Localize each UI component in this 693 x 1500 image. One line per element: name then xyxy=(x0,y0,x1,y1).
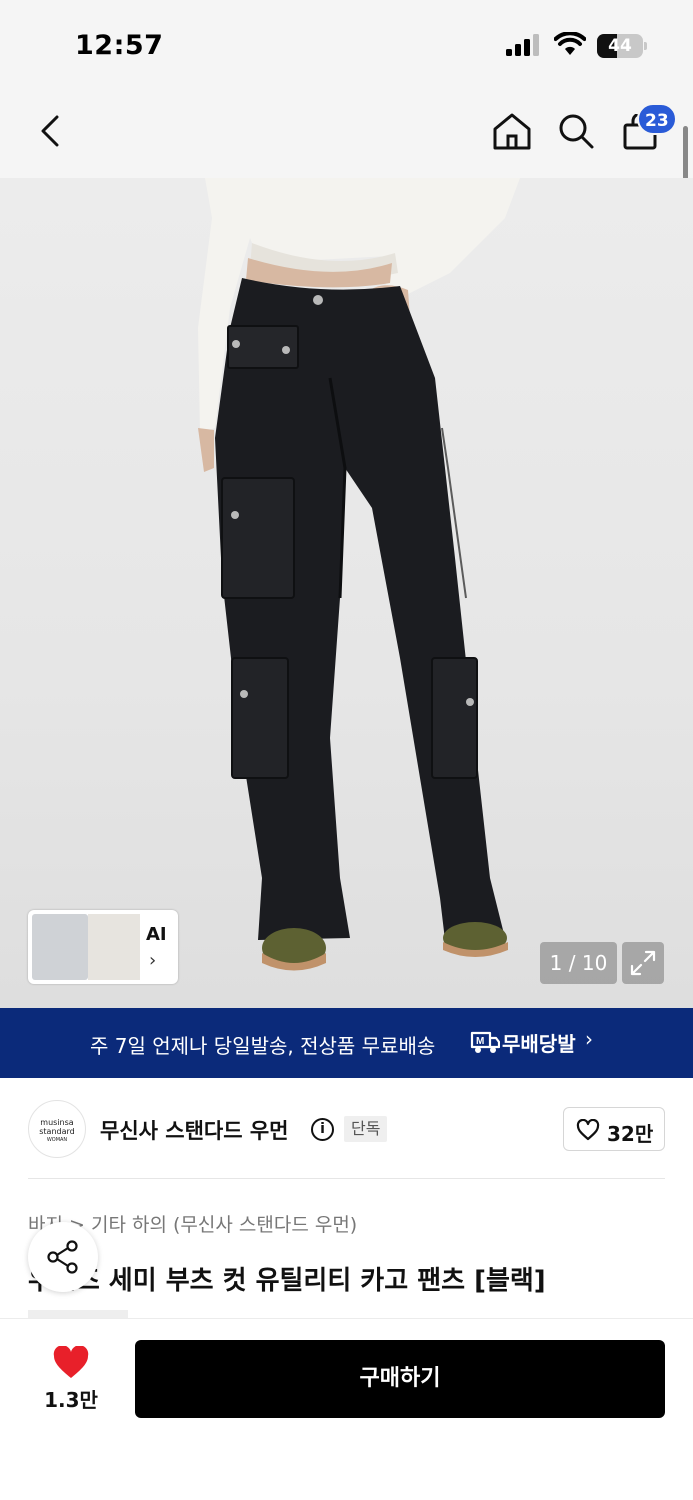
status-bar: 12:57 44 xyxy=(0,0,693,92)
promo-text: 주 7일 언제나 당일발송, 전상품 무료배송 xyxy=(90,1034,436,1058)
buy-button[interactable]: 구매하기 xyxy=(135,1340,665,1418)
store-name[interactable]: 무신사 스탠다드 우먼 xyxy=(100,1115,289,1145)
chevron-right-icon: › xyxy=(149,950,157,971)
store-logo-text: standard xyxy=(39,1127,75,1136)
product-title: 우먼즈 세미 부츠 컷 유틸리티 카고 팬츠 [블랙] xyxy=(28,1266,546,1296)
thumbnail-image xyxy=(32,914,88,980)
share-icon xyxy=(47,1240,78,1274)
battery-level: 44 xyxy=(608,36,632,56)
product-like-count: 1.3만 xyxy=(44,1388,98,1412)
heart-filled-icon[interactable] xyxy=(52,1346,90,1380)
share-button[interactable] xyxy=(28,1222,98,1292)
promo-brand: 무배당발 xyxy=(502,1032,576,1056)
store-logo[interactable]: musinsa standard WOMAN xyxy=(28,1100,86,1158)
exclusive-badge: 단독 xyxy=(344,1116,388,1142)
battery-cap xyxy=(644,42,647,50)
thumbnail-image xyxy=(88,914,140,980)
store-logo-text: WOMAN xyxy=(46,1137,68,1143)
search-icon[interactable] xyxy=(557,112,595,150)
image-pager: 1 / 10 xyxy=(540,942,617,984)
breadcrumb-item[interactable]: 기타 하의 (무신사 스탠다드 우먼) xyxy=(91,1214,357,1236)
product-photo xyxy=(198,178,520,971)
info-icon[interactable]: i xyxy=(311,1118,334,1141)
divider xyxy=(28,1178,665,1179)
product-image-gallery[interactable] xyxy=(0,178,693,1008)
store-info: musinsa standard WOMAN 무신사 스탠다드 우먼 i 단독 … xyxy=(0,1078,693,1178)
cart-count-badge: 23 xyxy=(637,103,677,135)
heart-outline-icon xyxy=(576,1119,600,1141)
free-shipping-banner[interactable]: 주 7일 언제나 당일발송, 전상품 무료배송 M 무배당발 › xyxy=(0,1008,693,1078)
delivery-truck-icon: M xyxy=(470,1031,500,1053)
chevron-left-icon[interactable] xyxy=(38,114,62,148)
store-logo-text: musinsa xyxy=(40,1118,74,1127)
store-like-count: 32만 xyxy=(607,1122,654,1146)
status-time: 12:57 xyxy=(75,30,164,61)
home-icon[interactable] xyxy=(492,112,532,150)
ai-similar-products-button[interactable]: AI › xyxy=(28,910,178,984)
top-navigation xyxy=(0,92,693,178)
store-like-button[interactable]: 32만 xyxy=(563,1107,665,1151)
wifi-icon xyxy=(554,32,586,55)
battery-icon: 44 xyxy=(597,34,643,58)
ai-label: AI xyxy=(146,924,167,945)
svg-text:M: M xyxy=(476,1036,484,1047)
product-tag xyxy=(28,1310,128,1318)
expand-icon[interactable] xyxy=(622,942,664,984)
signal-icon xyxy=(506,34,539,56)
chevron-right-icon: › xyxy=(585,1027,593,1051)
